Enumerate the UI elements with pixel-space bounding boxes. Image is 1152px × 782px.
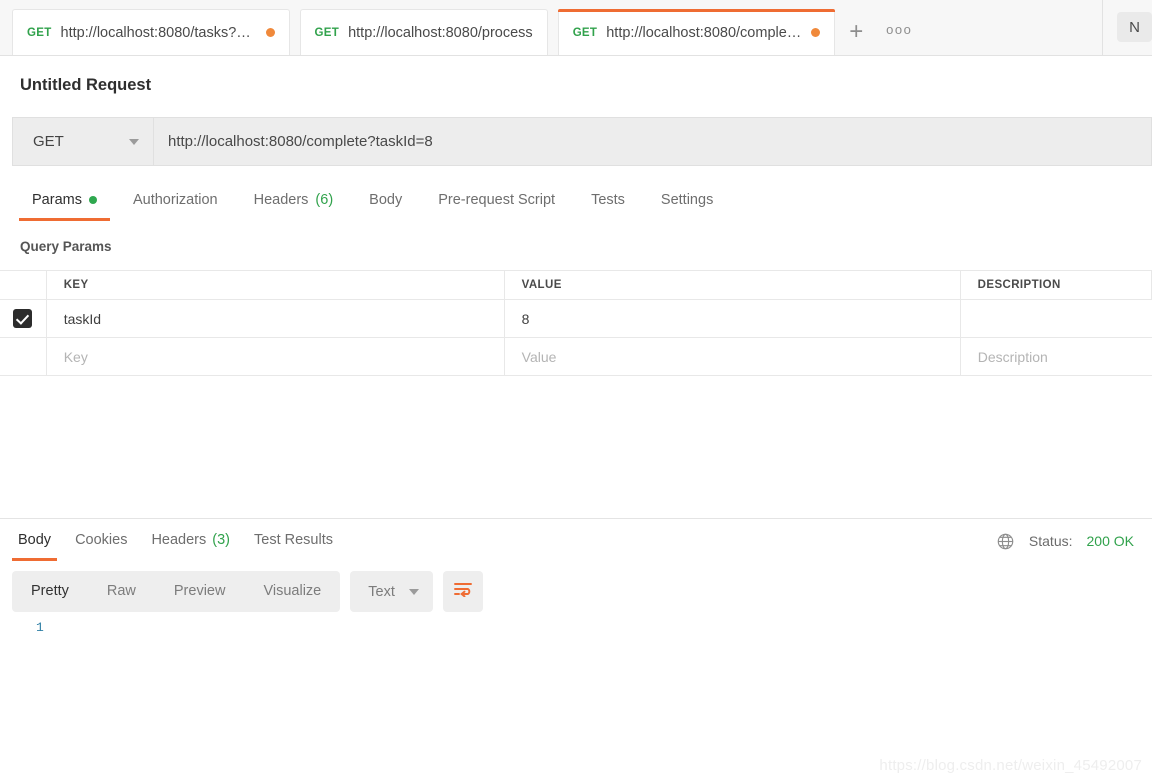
tab-params[interactable]: Params [14,186,115,221]
param-key-input[interactable]: taskId [47,300,505,337]
tabbar-right-region: N [1102,0,1152,55]
response-tab-headers-count: (3) [212,531,230,548]
header-checkbox-cell [0,271,47,299]
request-tab-1[interactable]: GET http://localhost:8080/tasks?use... [12,9,290,55]
response-tab-test-results-label: Test Results [254,531,333,548]
response-view-mode-group: Pretty Raw Preview Visualize [12,571,341,612]
new-param-value-input[interactable]: Value [505,338,961,375]
params-present-dot-icon [88,196,97,204]
http-method-value: GET [33,133,64,150]
header-key: KEY [47,271,505,299]
add-tab-button[interactable]: + [835,9,878,55]
tab-body[interactable]: Body [351,186,420,221]
tab-settings[interactable]: Settings [643,186,731,221]
tab-url-label: http://localhost:8080/complete... [606,24,803,41]
row-enabled-cell-empty [0,338,47,375]
watermark: https://blog.csdn.net/weixin_45492007 [879,757,1142,774]
header-value: VALUE [505,271,961,299]
view-mode-visualize[interactable]: Visualize [244,571,340,612]
tab-headers-count: (6) [315,192,334,208]
tab-tests-label: Tests [591,192,625,208]
tab-method-label: GET [314,26,340,39]
code-line: 1 [36,620,1152,635]
request-section-tabs: Params Authorization Headers (6) Body Pr… [0,186,1152,221]
unsaved-dot-icon [265,28,275,37]
response-tab-cookies-label: Cookies [75,531,128,548]
response-tab-bar: Body Cookies Headers (3) Test Results St… [0,519,1152,563]
status-badge: 200 OK [1086,533,1134,549]
tab-url-label: http://localhost:8080/tasks?use... [60,24,257,41]
param-description-input[interactable] [961,300,1152,337]
table-header-row: KEY VALUE DESCRIPTION [0,271,1152,300]
request-title: Untitled Request [20,76,152,94]
view-mode-pretty[interactable]: Pretty [12,571,88,612]
tab-authorization[interactable]: Authorization [115,186,236,221]
new-param-key-input[interactable]: Key [47,338,505,375]
tab-pre-request-script-label: Pre-request Script [438,192,556,208]
response-format-value: Text [368,583,395,600]
status-label: Status: [1028,533,1073,549]
http-method-select[interactable]: GET [12,117,153,166]
url-bar: GET http://localhost:8080/complete?taskI… [12,117,1152,166]
request-tab-3[interactable]: GET http://localhost:8080/complete... [557,9,836,55]
tab-method-label: GET [27,26,52,39]
tab-pre-request-script[interactable]: Pre-request Script [420,186,573,221]
row-enabled-cell [0,300,47,337]
request-tab-bar: GET http://localhost:8080/tasks?use... G… [0,0,1152,56]
response-tab-cookies[interactable]: Cookies [63,522,139,561]
unsaved-dot-icon [811,28,821,37]
table-row-placeholder: Key Value Description [0,338,1152,376]
line-number: 1 [36,620,44,635]
tab-url-label: http://localhost:8080/process [348,24,533,41]
response-viewer-toolbar: Pretty Raw Preview Visualize Text [12,571,483,612]
tab-headers-label: Headers [253,192,309,208]
word-wrap-button[interactable] [442,571,483,612]
response-tab-test-results[interactable]: Test Results [242,522,345,561]
response-format-select[interactable]: Text [350,571,433,612]
table-row: taskId 8 [0,300,1152,338]
request-tab-2[interactable]: GET http://localhost:8080/process [299,9,548,55]
chevron-down-icon [408,588,419,595]
response-status-group: Status: 200 OK [996,532,1152,551]
view-mode-raw[interactable]: Raw [88,571,155,612]
param-enabled-checkbox[interactable] [13,309,33,328]
tab-method-label: GET [572,26,598,39]
url-input[interactable]: http://localhost:8080/complete?taskId=8 [153,117,1152,166]
globe-icon [996,532,1015,551]
tab-options-icon[interactable]: ooo [877,9,922,55]
response-tab-headers-label: Headers [151,531,207,548]
word-wrap-icon [453,581,473,602]
query-params-label: Query Params [20,239,112,254]
param-value-input[interactable]: 8 [505,300,961,337]
tab-settings-label: Settings [660,192,714,208]
tab-headers[interactable]: Headers (6) [236,186,352,221]
tab-authorization-label: Authorization [132,192,218,208]
query-params-table: KEY VALUE DESCRIPTION taskId 8 Key Value… [0,270,1152,376]
tab-body-label: Body [369,192,403,208]
new-button[interactable]: N [1117,12,1152,42]
header-description: DESCRIPTION [961,271,1152,299]
tab-params-label: Params [32,192,82,208]
tab-tests[interactable]: Tests [573,186,643,221]
response-tab-body-label: Body [18,531,52,548]
new-param-description-input[interactable]: Description [961,338,1152,375]
chevron-down-icon [129,138,139,145]
view-mode-preview[interactable]: Preview [155,571,245,612]
response-tab-body[interactable]: Body [6,522,63,561]
response-tab-headers[interactable]: Headers (3) [139,522,242,561]
